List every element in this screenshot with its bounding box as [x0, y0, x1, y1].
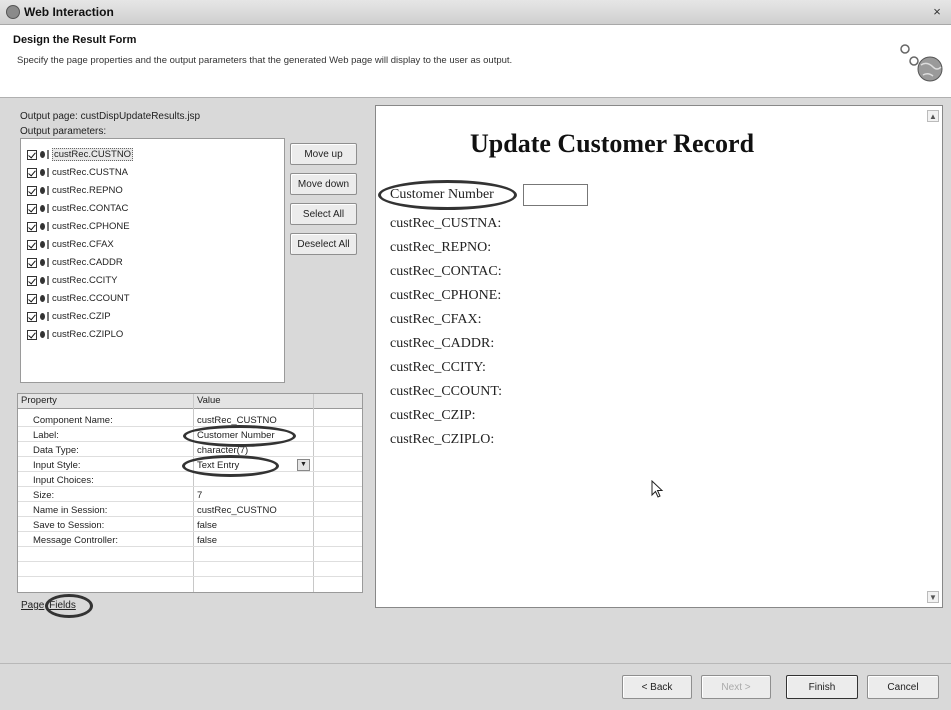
field-icon — [40, 187, 45, 194]
field-icon — [40, 205, 45, 212]
extra-column-header — [314, 394, 362, 409]
table-row[interactable]: Save to Session: false — [18, 519, 362, 532]
checkbox[interactable] — [27, 293, 37, 304]
properties-table[interactable]: Property Value Component Name: custRec_CU… — [17, 393, 363, 593]
table-row[interactable]: Data Type: character(7) — [18, 444, 362, 457]
tab-page[interactable]: Page — [21, 600, 44, 611]
field-icon — [40, 151, 45, 158]
output-parameters-list[interactable]: custRec.CUSTNO custRec.CUSTNA custRec.RE… — [20, 138, 285, 383]
preview-field-label: custRec_CPHONE: — [390, 288, 502, 303]
field-icon — [40, 313, 45, 320]
list-item[interactable]: custRec.CPHONE — [27, 219, 130, 234]
field-icon — [40, 331, 45, 338]
checkbox[interactable] — [27, 221, 37, 232]
table-row[interactable]: Input Choices: — [18, 474, 362, 487]
preview-field-label: custRec_CONTAC: — [390, 264, 502, 279]
table-row[interactable]: Size: 7 — [18, 489, 362, 502]
scroll-down-icon[interactable]: ▼ — [927, 591, 939, 603]
globe-icon — [900, 44, 943, 82]
table-row — [18, 579, 362, 592]
preview-field-label: custRec_CZIP: — [390, 408, 476, 423]
close-icon[interactable]: × — [929, 4, 945, 20]
checkbox[interactable] — [27, 149, 37, 160]
table-row[interactable]: Message Controller: false — [18, 534, 362, 547]
preview-field-label: custRec_CADDR: — [390, 336, 495, 351]
preview-title: Update Customer Record — [470, 129, 755, 158]
customer-number-highlight-oval — [378, 180, 517, 210]
field-icon — [40, 277, 45, 284]
move-up-button[interactable]: Move up — [290, 143, 357, 165]
table-row — [18, 549, 362, 562]
preview-field-label: custRec_CCITY: — [390, 360, 486, 375]
window-title: Web Interaction — [24, 5, 114, 19]
preview-field-label: custRec_CUSTNA: — [390, 216, 502, 231]
label-highlight-oval — [183, 425, 296, 447]
list-item[interactable]: custRec.REPNO — [27, 183, 123, 198]
list-item[interactable]: custRec.CUSTNO — [27, 147, 134, 162]
checkbox[interactable] — [27, 239, 37, 250]
checkbox[interactable] — [27, 257, 37, 268]
move-down-button[interactable]: Move down — [290, 173, 357, 195]
cancel-button[interactable]: Cancel — [867, 675, 939, 699]
field-icon — [40, 241, 45, 248]
list-item[interactable]: custRec.CADDR — [27, 255, 123, 270]
field-icon — [40, 169, 45, 176]
preview-field-label: custRec_CZIPLO: — [390, 432, 495, 447]
window-titlebar: Web Interaction × — [0, 0, 951, 25]
back-button[interactable]: < Back — [622, 675, 692, 699]
table-row — [18, 564, 362, 577]
footer-separator — [0, 663, 951, 664]
mouse-pointer-icon — [651, 480, 664, 498]
checkbox[interactable] — [27, 311, 37, 322]
next-button[interactable]: Next > — [701, 675, 771, 699]
deselect-all-button[interactable]: Deselect All — [290, 233, 357, 255]
web-interaction-icon — [6, 5, 20, 19]
field-icon — [40, 223, 45, 230]
preview-field-label: custRec_REPNO: — [390, 240, 492, 255]
list-item[interactable]: custRec.CZIP — [27, 309, 111, 324]
list-item[interactable]: custRec.CCITY — [27, 273, 117, 288]
checkbox[interactable] — [27, 203, 37, 214]
page-title: Design the Result Form — [13, 34, 137, 46]
field-icon — [40, 259, 45, 266]
select-all-button[interactable]: Select All — [290, 203, 357, 225]
output-parameters-label: Output parameters: — [20, 126, 107, 137]
list-item[interactable]: custRec.CONTAC — [27, 201, 128, 216]
list-item[interactable]: custRec.CUSTNA — [27, 165, 128, 180]
checkbox[interactable] — [27, 167, 37, 178]
input-style-highlight-oval — [182, 455, 279, 477]
wizard-header: Design the Result Form Specify the page … — [0, 25, 951, 98]
input-style-dropdown-button[interactable]: ▼ — [297, 459, 310, 471]
finish-button[interactable]: Finish — [786, 675, 858, 699]
checkbox[interactable] — [27, 329, 37, 340]
preview-field-label: custRec_CCOUNT: — [390, 384, 503, 399]
preview-field-label: custRec_CFAX: — [390, 312, 482, 327]
list-item[interactable]: custRec.CCOUNT — [27, 291, 130, 306]
page-preview[interactable]: Update Customer Record Customer Number c… — [375, 105, 943, 608]
page-description: Specify the page properties and the outp… — [17, 55, 513, 66]
fields-tab-highlight-oval — [45, 594, 93, 618]
output-page-label: Output page: custDispUpdateResults.jsp — [20, 111, 201, 122]
checkbox[interactable] — [27, 185, 37, 196]
scroll-up-icon[interactable]: ▲ — [927, 110, 939, 122]
checkbox[interactable] — [27, 275, 37, 286]
table-row[interactable]: Component Name: custRec_CUSTNO — [18, 414, 362, 427]
list-item[interactable]: custRec.CFAX — [27, 237, 114, 252]
property-column-header: Property — [18, 394, 194, 409]
field-icon — [40, 295, 45, 302]
value-column-header: Value — [194, 394, 314, 409]
list-item[interactable]: custRec.CZIPLO — [27, 327, 123, 342]
preview-customer-number-input[interactable] — [523, 184, 588, 206]
table-row[interactable]: Name in Session: custRec_CUSTNO — [18, 504, 362, 517]
